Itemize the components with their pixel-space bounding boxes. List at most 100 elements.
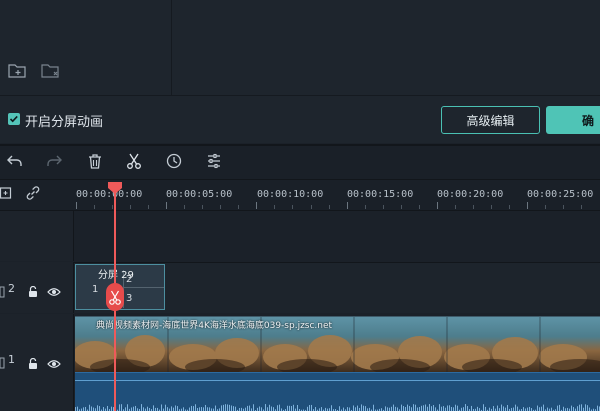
waveform-bar (269, 404, 270, 411)
waveform-bar (259, 406, 260, 411)
waveform-bar (455, 404, 456, 411)
lock-icon[interactable] (27, 283, 39, 297)
ruler-tick (527, 202, 528, 209)
split-animation-label: 开启分屏动画 (25, 115, 104, 130)
ruler-tick (76, 202, 77, 209)
waveform-bar (205, 404, 206, 411)
waveform-bar (391, 406, 392, 411)
waveform-bar (189, 407, 190, 411)
waveform-bar (107, 405, 108, 411)
undo-icon[interactable] (6, 152, 24, 170)
waveform-bar (89, 404, 90, 411)
new-folder-icon[interactable] (8, 62, 28, 80)
waveform-bar (485, 406, 486, 411)
waveform-bar (537, 405, 538, 411)
delete-icon[interactable] (86, 152, 104, 170)
waveform-bar (585, 404, 586, 411)
waveform-bar (435, 407, 436, 411)
eye-icon[interactable] (47, 283, 61, 296)
waveform-bar (589, 407, 590, 411)
waveform-bar (417, 407, 418, 411)
waveform-bar (447, 405, 448, 411)
waveform-bar (489, 407, 490, 411)
waveform-bar (523, 407, 524, 411)
waveform-bar (233, 406, 234, 411)
waveform-bar (471, 405, 472, 411)
waveform-bar (373, 404, 374, 411)
ruler-tick (256, 202, 257, 209)
waveform-bar (331, 405, 332, 411)
waveform-bar (577, 406, 578, 411)
speed-icon[interactable] (165, 152, 183, 170)
waveform-bar (457, 405, 458, 411)
waveform-bar (449, 405, 450, 411)
cut-icon[interactable] (125, 152, 143, 170)
ruler-tick (220, 205, 221, 209)
redo-icon[interactable] (45, 152, 63, 170)
video-clip-title: 典尚视频素材网-海底世界4K海洋水底海底039-sp.jzsc.net (96, 321, 333, 331)
track-header-empty (0, 211, 74, 261)
ruler-tick (419, 205, 420, 209)
link-icon[interactable] (25, 185, 41, 201)
waveform-bar (253, 404, 254, 411)
add-track-icon[interactable] (0, 185, 14, 199)
waveform-bar (363, 405, 364, 411)
waveform-bar (551, 407, 552, 411)
ruler-label: 00:00:20:00 (437, 189, 504, 200)
waveform-bar (503, 406, 504, 411)
waveform-bar (203, 407, 204, 411)
eye-icon[interactable] (47, 355, 61, 368)
playhead-handle[interactable] (108, 179, 122, 194)
waveform-bar (119, 404, 120, 411)
split-cell-number: 3 (126, 293, 133, 304)
waveform-bar (541, 406, 542, 411)
waveform-bar (75, 407, 76, 411)
ruler-tick (311, 205, 312, 209)
waveform-bar (501, 404, 502, 411)
lock-icon[interactable] (27, 355, 39, 369)
advanced-edit-button[interactable]: 高级编辑 (441, 106, 540, 134)
waveform-bar (441, 406, 442, 411)
ruler-tick (130, 205, 131, 209)
waveform-bar (347, 407, 348, 411)
audio-volume-line[interactable] (75, 380, 600, 381)
waveform-bar (161, 404, 162, 411)
waveform-bar (543, 404, 544, 411)
waveform-bar (597, 405, 598, 411)
track-2-number: 2 (8, 282, 15, 295)
track-1-number: 1 (8, 353, 15, 366)
waveform-bar (419, 407, 420, 411)
split-scissors-marker[interactable] (106, 283, 124, 311)
waveform-bar (247, 405, 248, 411)
delete-folder-icon[interactable] (41, 62, 61, 80)
waveform-bar (421, 405, 422, 411)
waveform-bar (171, 406, 172, 411)
waveform-bar (297, 405, 298, 411)
waveform-bar (405, 407, 406, 411)
ruler-tick (473, 205, 474, 209)
waveform-bar (267, 407, 268, 411)
waveform-bar (291, 406, 292, 411)
waveform-bar (425, 404, 426, 411)
waveform-bar (307, 406, 308, 411)
waveform-bar (571, 405, 572, 411)
waveform-bar (403, 406, 404, 411)
ruler-tick (509, 205, 510, 209)
split-animation-checkbox[interactable] (8, 113, 20, 125)
audio-waveform (75, 404, 600, 411)
track-2-grip-icon (0, 283, 6, 298)
waveform-bar (547, 407, 548, 411)
confirm-button[interactable]: 确 (546, 106, 600, 134)
waveform-bar (439, 404, 440, 411)
waveform-bar (201, 407, 202, 411)
ruler-label: 00:00:25:00 (527, 189, 594, 200)
waveform-bar (249, 405, 250, 411)
ruler-tick (166, 202, 167, 209)
waveform-bar (279, 404, 280, 411)
waveform-bar (127, 404, 128, 411)
adjust-icon[interactable] (205, 152, 223, 170)
ruler-tick (112, 205, 113, 209)
waveform-bar (451, 406, 452, 411)
waveform-bar (477, 406, 478, 411)
waveform-bar (131, 407, 132, 411)
